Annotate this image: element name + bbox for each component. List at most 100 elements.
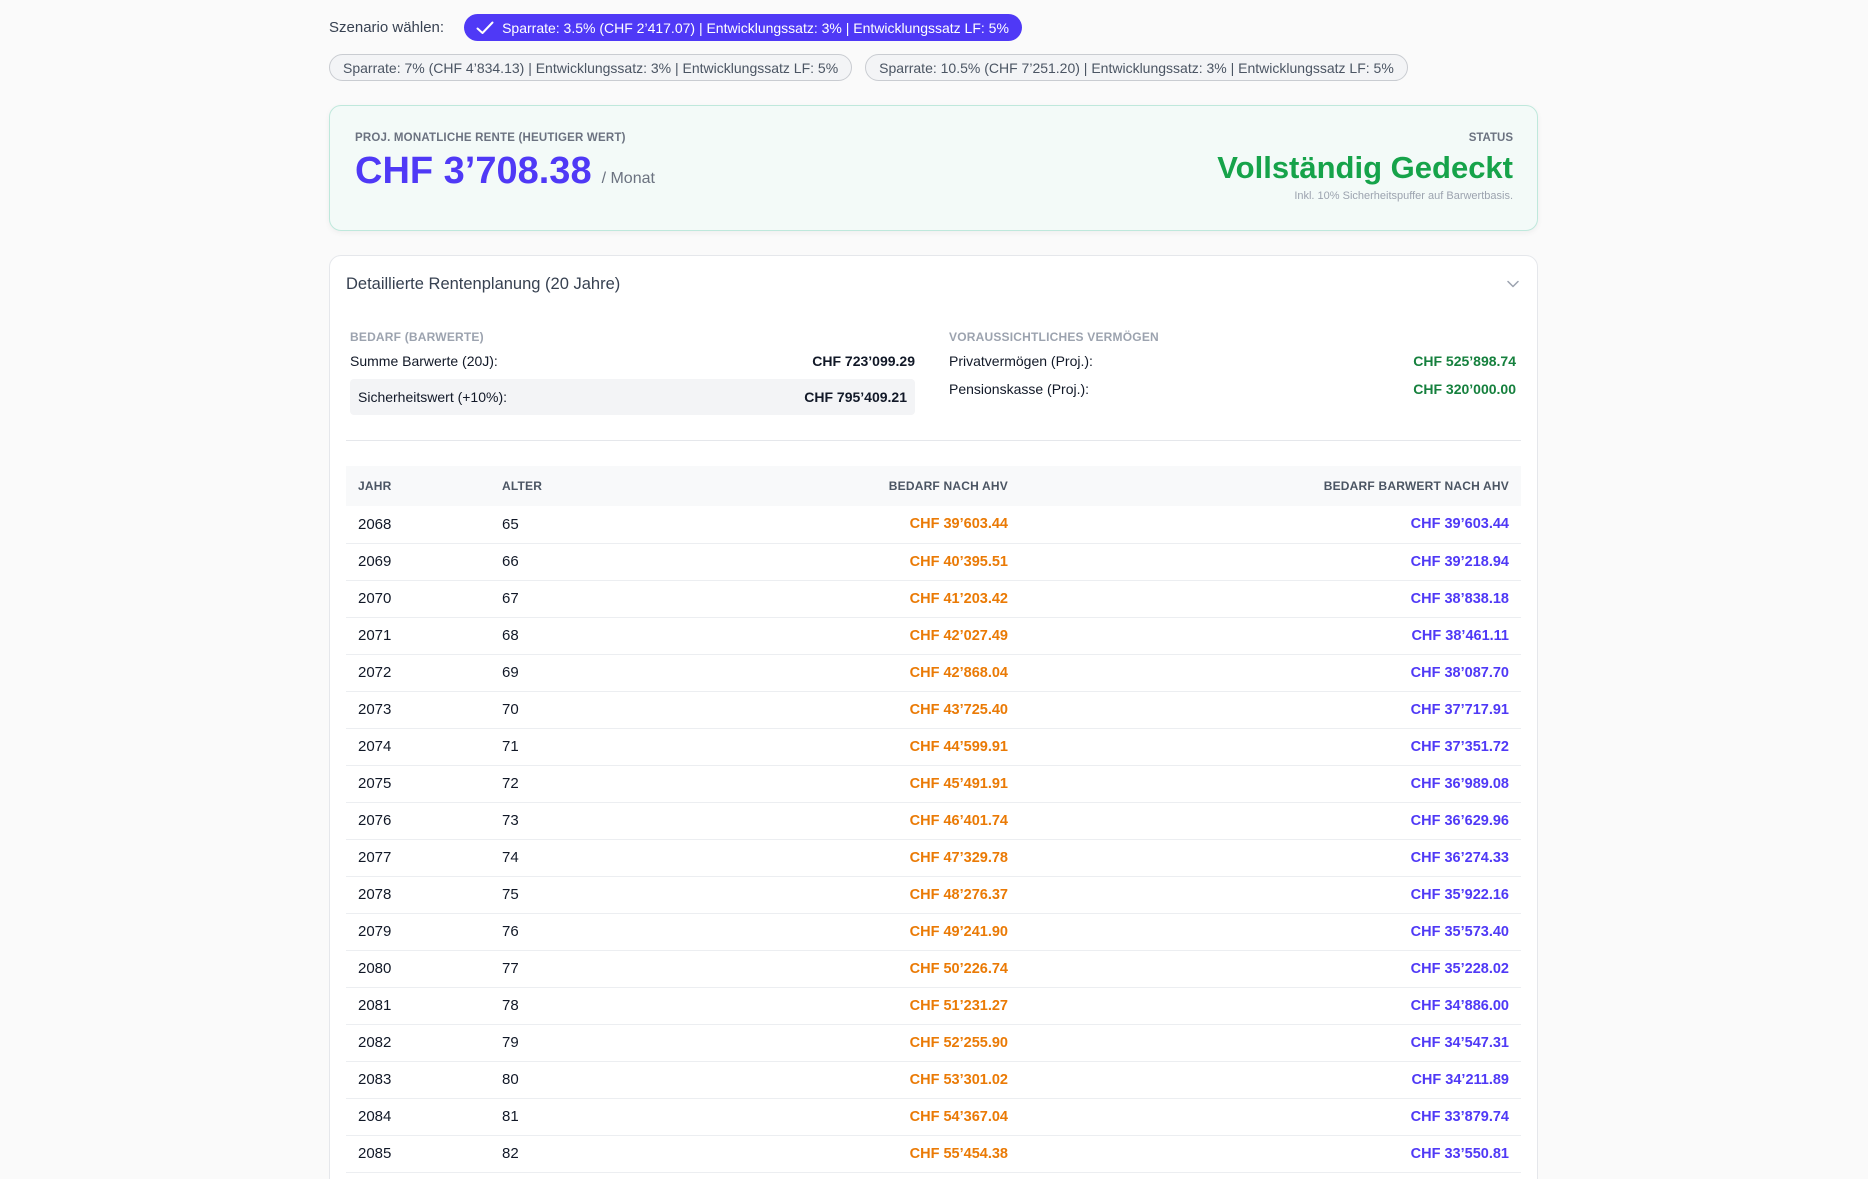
cell-age: 66 bbox=[502, 553, 519, 570]
sum-present-values-value: CHF 723’099.29 bbox=[812, 353, 915, 369]
divider bbox=[346, 440, 1521, 441]
monthly-pension-unit: / Monat bbox=[601, 170, 655, 187]
cell-need: CHF 47’329.78 bbox=[909, 849, 1008, 866]
cell-need: CHF 42’868.04 bbox=[909, 664, 1008, 681]
assets-caption: VORAUSSICHTLICHES VERMÖGEN bbox=[949, 330, 1159, 344]
cell-need: CHF 54’367.04 bbox=[909, 1108, 1008, 1125]
check-icon bbox=[476, 21, 494, 34]
cell-age: 80 bbox=[502, 1071, 519, 1088]
cell-age: 79 bbox=[502, 1034, 519, 1051]
cell-need: CHF 39’603.44 bbox=[909, 516, 1008, 533]
cell-age: 82 bbox=[502, 1145, 519, 1162]
detailed-planning-panel: Detaillierte Rentenplanung (20 Jahre) BE… bbox=[329, 255, 1538, 1179]
cell-present-value: CHF 34’211.89 bbox=[1411, 1071, 1509, 1088]
cell-present-value: CHF 38’461.11 bbox=[1411, 627, 1509, 644]
cell-present-value: CHF 37’351.72 bbox=[1410, 738, 1509, 755]
private-assets-value: CHF 525’898.74 bbox=[1413, 353, 1516, 369]
scenario-option-1[interactable]: Sparrate: 3.5% (CHF 2’417.07) | Entwickl… bbox=[464, 14, 1022, 41]
cell-need: CHF 55’454.38 bbox=[909, 1145, 1008, 1162]
table-row: 2081 78 CHF 51’231.27 CHF 34’886.00 bbox=[346, 987, 1521, 1024]
scenario-options-row: Sparrate: 7% (CHF 4’834.13) | Entwicklun… bbox=[329, 54, 1408, 81]
cell-age: 67 bbox=[502, 590, 519, 607]
safety-value-label: Sicherheitswert (+10%): bbox=[358, 389, 508, 405]
pension-fund-label: Pensionskasse (Proj.): bbox=[949, 381, 1090, 397]
cell-age: 73 bbox=[502, 812, 519, 829]
scenario-option-3[interactable]: Sparrate: 10.5% (CHF 7’251.20) | Entwick… bbox=[865, 54, 1408, 81]
table-header: JAHR ALTER BEDARF NACH AHV BEDARF BARWER… bbox=[346, 466, 1521, 506]
table-row: 2083 80 CHF 53’301.02 CHF 34’211.89 bbox=[346, 1061, 1521, 1098]
table-row: 2085 82 CHF 55’454.38 CHF 33’550.81 bbox=[346, 1135, 1521, 1172]
cell-present-value: CHF 33’550.81 bbox=[1410, 1145, 1509, 1162]
table-row: 2072 69 CHF 42’868.04 CHF 38’087.70 bbox=[346, 654, 1521, 691]
bedarf-section: BEDARF (BARWERTE) Summe Barwerte (20J): … bbox=[350, 330, 915, 415]
status-caption: STATUS bbox=[1468, 132, 1513, 144]
cell-present-value: CHF 35’922.16 bbox=[1410, 886, 1509, 903]
table-row: 2079 76 CHF 49’241.90 CHF 35’573.40 bbox=[346, 913, 1521, 950]
scenario-option-2[interactable]: Sparrate: 7% (CHF 4’834.13) | Entwicklun… bbox=[329, 54, 853, 81]
status-value: Vollständig Gedeckt bbox=[1217, 150, 1513, 185]
monthly-pension-caption: PROJ. MONATLICHE RENTE (HEUTIGER WERT) bbox=[355, 132, 626, 144]
cell-year: 2070 bbox=[358, 590, 392, 607]
cell-year: 2081 bbox=[358, 997, 392, 1014]
table-row: 2069 66 CHF 40’395.51 CHF 39’218.94 bbox=[346, 543, 1521, 580]
cell-age: 65 bbox=[502, 515, 519, 533]
safety-value-row: Sicherheitswert (+10%): CHF 795’409.21 bbox=[350, 379, 915, 415]
monthly-pension: PROJ. MONATLICHE RENTE (HEUTIGER WERT) C… bbox=[355, 132, 655, 193]
table-row: 2080 77 CHF 50’226.74 CHF 35’228.02 bbox=[346, 950, 1521, 987]
cell-present-value: CHF 36’274.33 bbox=[1410, 849, 1509, 866]
cell-age: 74 bbox=[502, 849, 519, 866]
cell-year: 2082 bbox=[358, 1034, 392, 1051]
assets-section: VORAUSSICHTLICHES VERMÖGEN Privatvermöge… bbox=[949, 330, 1516, 399]
table-row: 2078 75 CHF 48’276.37 CHF 35’922.16 bbox=[346, 876, 1521, 913]
cell-present-value: CHF 36’989.08 bbox=[1410, 775, 1509, 792]
cell-year: 2071 bbox=[358, 627, 392, 644]
cell-need: CHF 46’401.74 bbox=[909, 812, 1008, 829]
cell-age: 69 bbox=[502, 664, 519, 681]
cell-need: CHF 42’027.49 bbox=[909, 627, 1008, 644]
cell-present-value: CHF 34’886.00 bbox=[1410, 997, 1509, 1014]
cell-present-value: CHF 39’218.94 bbox=[1410, 553, 1509, 570]
cell-present-value: CHF 39’603.44 bbox=[1410, 516, 1509, 533]
cell-need: CHF 44’599.91 bbox=[909, 738, 1008, 755]
pension-fund-value: CHF 320’000.00 bbox=[1413, 381, 1516, 397]
table-row: 2082 79 CHF 52’255.90 CHF 34’547.31 bbox=[346, 1024, 1521, 1061]
cell-present-value: CHF 37’717.91 bbox=[1410, 701, 1509, 718]
cell-age: 68 bbox=[502, 627, 519, 644]
pension-fund-row: Pensionskasse (Proj.): CHF 320’000.00 bbox=[949, 379, 1516, 399]
cell-need: CHF 52’255.90 bbox=[909, 1034, 1008, 1051]
cell-year: 2068 bbox=[358, 515, 392, 533]
cell-need: CHF 41’203.42 bbox=[909, 590, 1008, 607]
table-row: 2073 70 CHF 43’725.40 CHF 37’717.91 bbox=[346, 691, 1521, 728]
cell-year: 2076 bbox=[358, 812, 392, 829]
scenario-label: Szenario wählen: bbox=[329, 19, 445, 36]
cell-year: 2073 bbox=[358, 701, 392, 718]
cell-age: 72 bbox=[502, 775, 519, 792]
cell-need: CHF 53’301.02 bbox=[909, 1071, 1008, 1088]
cell-age: 77 bbox=[502, 960, 519, 977]
chevron-down-icon[interactable] bbox=[1507, 280, 1519, 288]
cell-present-value: CHF 34’547.31 bbox=[1410, 1034, 1509, 1051]
cell-need: CHF 50’226.74 bbox=[909, 960, 1008, 977]
panel-title[interactable]: Detaillierte Rentenplanung (20 Jahre) bbox=[346, 275, 620, 294]
coverage-status: STATUS Vollständig Gedeckt Inkl. 10% Sic… bbox=[1217, 132, 1513, 202]
scenario-selector: Szenario wählen: Sparrate: 3.5% (CHF 2’4… bbox=[329, 14, 1022, 41]
cell-present-value: CHF 36’629.96 bbox=[1410, 812, 1509, 829]
cell-year: 2078 bbox=[358, 886, 392, 903]
cell-age: 75 bbox=[502, 886, 519, 903]
pension-summary-card: PROJ. MONATLICHE RENTE (HEUTIGER WERT) C… bbox=[329, 105, 1538, 231]
cell-need: CHF 51’231.27 bbox=[909, 997, 1008, 1014]
header-need-after-ahv: BEDARF NACH AHV bbox=[888, 479, 1008, 493]
cell-year: 2072 bbox=[358, 664, 392, 681]
table-row: 2075 72 CHF 45’491.91 CHF 36’989.08 bbox=[346, 765, 1521, 802]
table-row: 2068 65 CHF 39’603.44 CHF 39’603.44 bbox=[346, 506, 1521, 543]
cell-year: 2077 bbox=[358, 849, 392, 866]
cell-year: 2074 bbox=[358, 738, 392, 755]
bedarf-caption: BEDARF (BARWERTE) bbox=[350, 330, 484, 344]
private-assets-label: Privatvermögen (Proj.): bbox=[949, 353, 1093, 369]
cell-present-value: CHF 33’879.74 bbox=[1410, 1108, 1509, 1125]
sum-present-values-label: Summe Barwerte (20J): bbox=[350, 353, 498, 369]
cell-year: 2080 bbox=[358, 960, 392, 977]
table-row: 2070 67 CHF 41’203.42 CHF 38’838.18 bbox=[346, 580, 1521, 617]
cell-age: 76 bbox=[502, 923, 519, 940]
cell-need: CHF 43’725.40 bbox=[909, 701, 1008, 718]
